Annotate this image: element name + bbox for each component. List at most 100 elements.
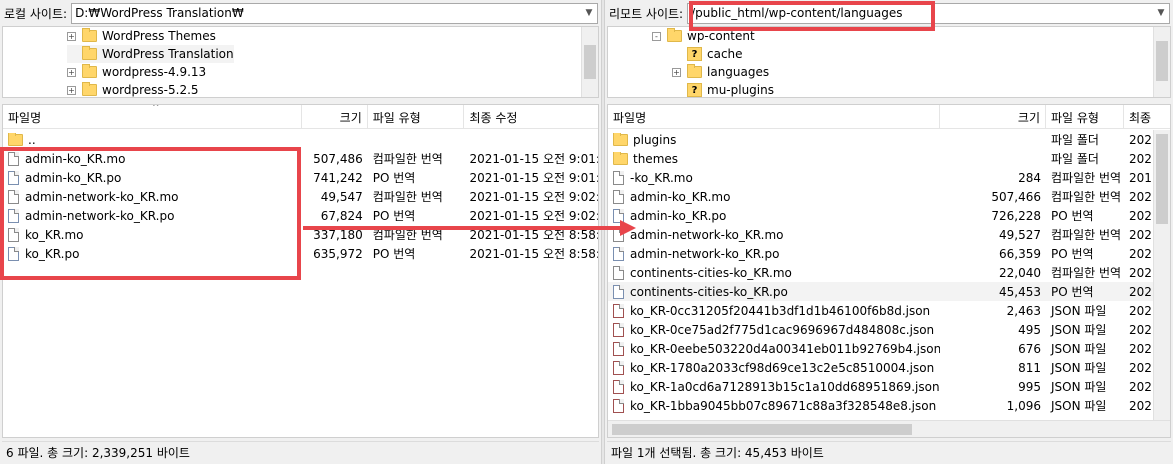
file-size: 507,466 xyxy=(991,189,1041,204)
file-row[interactable]: ko_KR-1780a2033cf98d69ce13c2e5c8510004.j… xyxy=(608,358,1170,377)
json-file-icon xyxy=(613,398,624,413)
folder-icon xyxy=(82,82,97,96)
tree-item[interactable]: - wp-content xyxy=(652,27,755,45)
tree-item[interactable]: ? cache xyxy=(672,45,743,63)
file-row[interactable]: admin-network-ko_KR.mo 49,547 컴파일한 번역 2021-… xyxy=(3,187,598,206)
file-row[interactable]: admin-ko_KR.po 726,228 PO 번역 202 xyxy=(608,206,1170,225)
file-row[interactable]: plugins 파일 폴더 202 xyxy=(608,130,1170,149)
file-name-cell: admin-network-ko_KR.mo xyxy=(608,227,940,242)
file-name-cell: ko_KR.mo xyxy=(3,227,302,242)
tree-item-label: WordPress Translation xyxy=(102,47,234,61)
column-header-modified[interactable]: 최종 수정 xyxy=(464,105,598,129)
file-type: PO 번역 xyxy=(1051,247,1094,261)
file-size: 67,824 xyxy=(320,208,363,223)
file-row[interactable]: admin-ko_KR.mo 507,466 컴파일한 번역 202 xyxy=(608,187,1170,206)
column-header-name[interactable]: 파일명 ^ xyxy=(3,105,302,129)
file-type-cell: JSON 파일 xyxy=(1046,397,1124,414)
chevron-down-icon[interactable]: ▼ xyxy=(581,4,597,23)
file-type-cell: JSON 파일 xyxy=(1046,378,1124,395)
po-file-icon xyxy=(8,208,19,223)
file-size: 495 xyxy=(1018,322,1041,337)
tree-scrollbar[interactable] xyxy=(1153,27,1170,97)
file-type: 컴파일한 번역 xyxy=(1051,190,1122,204)
file-row[interactable]: themes 파일 폴더 202 xyxy=(608,149,1170,168)
file-name: ko_KR-0ce75ad2f775d1cac9696967d484808c.j… xyxy=(630,322,935,337)
expand-icon[interactable]: + xyxy=(67,31,76,41)
expand-icon[interactable]: + xyxy=(67,67,76,77)
file-row[interactable]: ko_KR.po 635,972 PO 번역 2021-01-15 오전 8:58: xyxy=(3,244,598,263)
file-size: 635,972 xyxy=(313,246,363,261)
tree-item[interactable]: + languages xyxy=(672,63,769,81)
file-icon xyxy=(613,189,624,204)
file-row[interactable]: ko_KR-0ce75ad2f775d1cac9696967d484808c.j… xyxy=(608,320,1170,339)
file-row[interactable]: admin-network-ko_KR.po 66,359 PO 번역 202 xyxy=(608,244,1170,263)
file-name: admin-ko_KR.po xyxy=(25,170,122,185)
file-row[interactable]: admin-network-ko_KR.po 67,824 PO 번역 2021-01… xyxy=(3,206,598,225)
local-status-bar: 6 파일. 총 크기: 2,339,251 바이트 xyxy=(2,441,599,462)
file-size-cell: 741,242 xyxy=(302,171,368,185)
tree-item-label: languages xyxy=(707,65,770,79)
file-size-cell: 22,040 xyxy=(940,266,1046,280)
local-path-combo[interactable]: D:₩WordPress Translation₩ ▼ xyxy=(71,2,598,24)
tree-item[interactable]: WordPress Translation xyxy=(67,45,234,63)
tree-item[interactable]: + WordPress Themes xyxy=(67,27,216,45)
tree-scrollbar[interactable] xyxy=(581,27,598,97)
expand-icon[interactable]: + xyxy=(67,85,76,95)
column-header-size[interactable]: 크기 xyxy=(940,105,1046,129)
file-row[interactable]: admin-ko_KR.mo 507,486 컴파일한 번역 2021-01-15 오… xyxy=(3,149,598,168)
file-row[interactable]: continents-cities-ko_KR.mo 22,040 컴파일한 번역 2… xyxy=(608,263,1170,282)
file-modified: 202 xyxy=(1129,303,1152,318)
file-size-cell: 676 xyxy=(940,342,1046,356)
file-name: ko_KR-0eebe503220d4a00341eb011b92769b4.j… xyxy=(630,341,940,356)
file-name: ko_KR-1780a2033cf98d69ce13c2e5c8510004.j… xyxy=(630,360,935,375)
remote-list-horizontal-scrollbar[interactable] xyxy=(608,420,1170,437)
tree-item[interactable]: ? mu-plugins xyxy=(672,81,774,97)
local-site-label: 로컬 사이트: xyxy=(4,6,68,21)
file-size: 995 xyxy=(1018,379,1041,394)
tree-item-label: wordpress-4.9.13 xyxy=(102,65,207,79)
remote-status-bar: 파일 1개 선택됨. 총 크기: 45,453 바이트 xyxy=(607,441,1171,462)
file-type: PO 번역 xyxy=(372,171,416,185)
file-type: JSON 파일 xyxy=(1051,342,1107,356)
file-row[interactable]: ko_KR-0eebe503220d4a00341eb011b92769b4.j… xyxy=(608,339,1170,358)
file-name: ko_KR-1bba9045bb07c89671c88a3f328548e8.j… xyxy=(630,398,937,413)
column-header-type[interactable]: 파일 유형 xyxy=(368,105,465,129)
file-row[interactable]: admin-network-ko_KR.mo 49,527 컴파일한 번역 202 xyxy=(608,225,1170,244)
file-modified: 202 xyxy=(1129,398,1152,413)
file-row[interactable]: ko_KR-1bba9045bb07c89671c88a3f328548e8.j… xyxy=(608,396,1170,415)
remote-path-input[interactable]: /public_html/wp-content/languages xyxy=(688,6,1153,20)
local-status-text: 6 파일. 총 크기: 2,339,251 바이트 xyxy=(6,445,190,460)
column-header-modified[interactable]: 최종 xyxy=(1124,105,1164,129)
file-name-cell: admin-ko_KR.po xyxy=(608,208,940,223)
file-name-cell: ko_KR.po xyxy=(3,246,302,261)
chevron-down-icon[interactable]: ▼ xyxy=(1153,4,1169,23)
file-name: -ko_KR.mo xyxy=(630,170,693,185)
file-row[interactable]: continents-cities-ko_KR.po 45,453 PO 번역 202 xyxy=(608,282,1170,301)
file-size: 1,096 xyxy=(1006,398,1041,413)
remote-list-vertical-scrollbar[interactable] xyxy=(1153,130,1170,437)
tree-item[interactable]: + wordpress-4.9.13 xyxy=(67,63,206,81)
column-header-type[interactable]: 파일 유형 xyxy=(1046,105,1124,129)
file-row[interactable]: admin-ko_KR.po 741,242 PO 번역 2021-01-15 오전 … xyxy=(3,168,598,187)
file-row[interactable]: ko_KR-0cc31205f20441b3df1d1b46100f6b8d.j… xyxy=(608,301,1170,320)
expand-icon[interactable]: + xyxy=(672,67,681,77)
remote-directory-tree: - wp-content? cache + languages ? mu-plugins xyxy=(607,26,1171,98)
file-type-cell: 컴파일한 번역 xyxy=(1046,226,1124,243)
collapse-icon[interactable]: - xyxy=(652,31,661,41)
file-type: 컴파일한 번역 xyxy=(1051,266,1122,280)
local-path-bar: 로컬 사이트: D:₩WordPress Translation₩ ▼ xyxy=(0,0,601,26)
file-icon xyxy=(8,227,19,242)
tree-item[interactable]: + wordpress-5.2.5 xyxy=(67,81,199,97)
column-header-size[interactable]: 크기 xyxy=(302,105,368,129)
json-file-icon xyxy=(613,303,624,318)
column-header-name[interactable]: 파일명 xyxy=(608,105,940,129)
file-type: 컴파일한 번역 xyxy=(372,152,443,166)
file-row[interactable]: -ko_KR.mo 284 컴파일한 번역 201 xyxy=(608,168,1170,187)
remote-path-combo[interactable]: /public_html/wp-content/languages ▼ xyxy=(687,2,1170,24)
arrow-head-icon xyxy=(620,220,636,236)
file-name-cell: admin-ko_KR.po xyxy=(3,170,302,185)
remote-path-bar: 리모트 사이트: /public_html/wp-content/languag… xyxy=(605,0,1173,26)
file-row[interactable]: .. xyxy=(3,130,598,149)
file-row[interactable]: ko_KR-1a0cd6a7128913b15c1a10dd68951869.j… xyxy=(608,377,1170,396)
local-path-input[interactable]: D:₩WordPress Translation₩ xyxy=(72,6,581,20)
